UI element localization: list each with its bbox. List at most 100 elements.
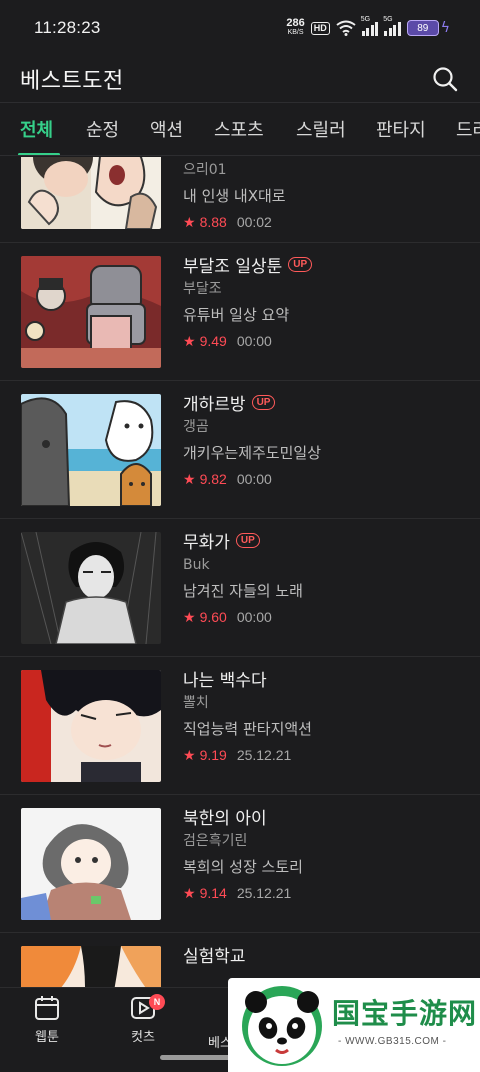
webtoon-title: 북한의 아이 <box>183 808 267 829</box>
webtoon-thumbnail <box>21 670 161 782</box>
webtoon-title-row: 북한의 아이 <box>183 804 303 829</box>
list-item[interactable]: 부달조 일상툰 UP 부달조 유튜버 일상 요약 ★ 9.49 00:00 <box>0 243 480 381</box>
network-speed: 286 KB/S <box>286 17 305 37</box>
webtoon-thumbnail <box>21 394 161 506</box>
tab-all[interactable]: 전체 <box>20 103 53 155</box>
star-icon: ★ <box>183 332 196 349</box>
webtoon-info: 으리01 내 인생 내X대로 ★ 8.88 00:02 <box>183 157 286 235</box>
webtoon-update-time: 00:00 <box>236 609 272 625</box>
status-icons: 286 KB/S HD 5G 5G 89 ϟ <box>286 16 450 37</box>
webtoon-update-time: 25.12.21 <box>236 747 292 763</box>
tab-drama[interactable]: 드라 <box>456 103 480 155</box>
nav-webtoon-label: 웹툰 <box>35 1030 59 1045</box>
nav-cuts-label: 컷츠 <box>131 1030 155 1045</box>
tab-sports[interactable]: 스포츠 <box>214 103 264 155</box>
webtoon-info: 무화가 UP Buk 남겨진 자들의 노래 ★ 9.60 00:00 <box>183 528 303 630</box>
webtoon-author: 으리01 <box>183 162 227 178</box>
up-badge: UP <box>288 256 313 272</box>
webtoon-update-time: 00:00 <box>236 333 272 349</box>
webtoon-title-row: 나는 백수다 <box>183 666 312 691</box>
webtoon-info: 부달조 일상툰 UP 부달조 유튜버 일상 요약 ★ 9.49 00:00 <box>183 252 313 354</box>
webtoon-description: 직업능력 판타지액션 <box>183 720 312 738</box>
webtoon-rating: 9.49 <box>199 333 227 349</box>
star-icon: ★ <box>183 213 196 230</box>
webtoon-title-row: 부달조 일상툰 UP <box>183 252 313 277</box>
webtoon-meta: ★ 9.60 00:00 <box>183 604 303 630</box>
watermark: 国宝手游网 - WWW.GB315.COM - <box>228 978 480 1072</box>
webtoon-title-row: 실험학교 <box>183 942 246 967</box>
webtoon-description: 개키우는제주도민일상 <box>183 444 322 462</box>
star-icon: ★ <box>183 746 196 763</box>
webtoon-description: 내 인생 내X대로 <box>183 187 286 205</box>
new-badge: N <box>149 994 165 1010</box>
tab-action[interactable]: 액션 <box>150 103 183 155</box>
webtoon-rating: 9.14 <box>199 885 227 901</box>
tab-indicator <box>18 153 60 155</box>
webtoon-meta: ★ 8.88 00:02 <box>183 209 286 235</box>
webtoon-meta: ★ 9.19 25.12.21 <box>183 742 312 768</box>
page-title: 베스트도전 <box>20 69 124 94</box>
webtoon-rating: 9.19 <box>199 747 227 763</box>
status-bar: 11:28:23 286 KB/S HD 5G 5G 89 ϟ <box>0 0 480 56</box>
webtoon-rating: 9.82 <box>199 471 227 487</box>
webtoon-thumbnail <box>21 808 161 920</box>
wifi-icon <box>336 20 356 36</box>
list-item[interactable]: 나는 백수다 뽈치 직업능력 판타지액션 ★ 9.19 25.12.21 <box>0 657 480 795</box>
list-item[interactable]: 북한의 아이 검은흑기린 복희의 성장 스토리 ★ 9.14 25.12.21 <box>0 795 480 933</box>
webtoon-title: 개하르방 <box>183 394 246 415</box>
battery-icon: 89 ϟ <box>406 20 450 36</box>
watermark-name: 国宝手游网 <box>332 997 478 1030</box>
webtoon-meta: ★ 9.14 25.12.21 <box>183 880 303 906</box>
search-button[interactable] <box>430 64 460 94</box>
up-badge: UP <box>235 532 260 548</box>
tab-thriller[interactable]: 스릴러 <box>296 103 346 155</box>
webtoon-description: 유튜버 일상 요약 <box>183 306 290 324</box>
list-item[interactable]: 으리01 내 인생 내X대로 ★ 8.88 00:02 <box>0 157 480 243</box>
star-icon: ★ <box>183 608 196 625</box>
tab-romance[interactable]: 순정 <box>86 103 119 155</box>
webtoon-title: 무화가 <box>183 532 230 553</box>
webtoon-title: 부달조 일상툰 <box>183 256 283 277</box>
webtoon-thumbnail <box>21 157 161 229</box>
webtoon-title-row: 무화가 UP <box>183 528 303 553</box>
webtoon-update-time: 00:02 <box>236 214 272 230</box>
nav-webtoon[interactable]: 웹툰 <box>17 994 77 1045</box>
signal-tag: 5G <box>360 16 371 23</box>
webtoon-rating: 9.60 <box>199 609 227 625</box>
genre-tabs: 전체 순정 액션 스포츠 스릴러 판타지 드라 <box>0 102 480 156</box>
webtoon-title: 나는 백수다 <box>183 670 267 691</box>
nav-cuts[interactable]: N 컷츠 <box>113 994 173 1045</box>
webtoon-title-row: 개하르방 UP <box>183 390 321 415</box>
hd-icon: HD <box>310 21 330 35</box>
calendar-icon <box>35 996 59 1020</box>
webtoon-info: 나는 백수다 뽈치 직업능력 판타지액션 ★ 9.19 25.12.21 <box>183 666 312 768</box>
webtoon-author: 검은흑기린 <box>183 833 248 849</box>
star-icon: ★ <box>183 884 196 901</box>
webtoon-thumbnail <box>21 532 161 644</box>
webtoon-update-time: 00:00 <box>236 471 272 487</box>
webtoon-meta: ★ 9.49 00:00 <box>183 328 312 354</box>
app-header: 베스트도전 <box>0 56 480 102</box>
status-time: 11:28:23 <box>34 18 101 37</box>
webtoon-info: 실험학교 <box>183 942 246 967</box>
network-speed-value: 286 <box>286 17 305 29</box>
signal-tag: 5G <box>383 16 393 23</box>
webtoon-author: 갱곰 <box>183 419 209 435</box>
webtoon-title: 실험학교 <box>183 946 246 967</box>
signal-icon: 5G <box>361 16 379 36</box>
tab-fantasy[interactable]: 판타지 <box>376 103 426 155</box>
list-item[interactable]: 개하르방 UP 갱곰 개키우는제주도민일상 ★ 9.82 00:00 <box>0 381 480 519</box>
list-item[interactable]: 무화가 UP Buk 남겨진 자들의 노래 ★ 9.60 00:00 <box>0 519 480 657</box>
webtoon-author: 부달조 <box>183 281 222 297</box>
watermark-url: - WWW.GB315.COM - <box>338 1036 447 1047</box>
webtoon-thumbnail <box>21 256 161 368</box>
webtoon-info: 개하르방 UP 갱곰 개키우는제주도민일상 ★ 9.82 00:00 <box>183 390 321 492</box>
signal-icon: 5G <box>383 16 401 36</box>
webtoon-list[interactable]: 으리01 내 인생 내X대로 ★ 8.88 00:02 부달조 일상툰 UP 부… <box>0 157 480 987</box>
webtoon-author: Buk <box>183 557 210 573</box>
webtoon-info: 북한의 아이 검은흑기린 복희의 성장 스토리 ★ 9.14 25.12.21 <box>183 804 303 906</box>
star-icon: ★ <box>183 470 196 487</box>
up-badge: UP <box>251 394 276 410</box>
search-icon <box>433 67 458 92</box>
panda-logo-icon <box>242 986 322 1066</box>
